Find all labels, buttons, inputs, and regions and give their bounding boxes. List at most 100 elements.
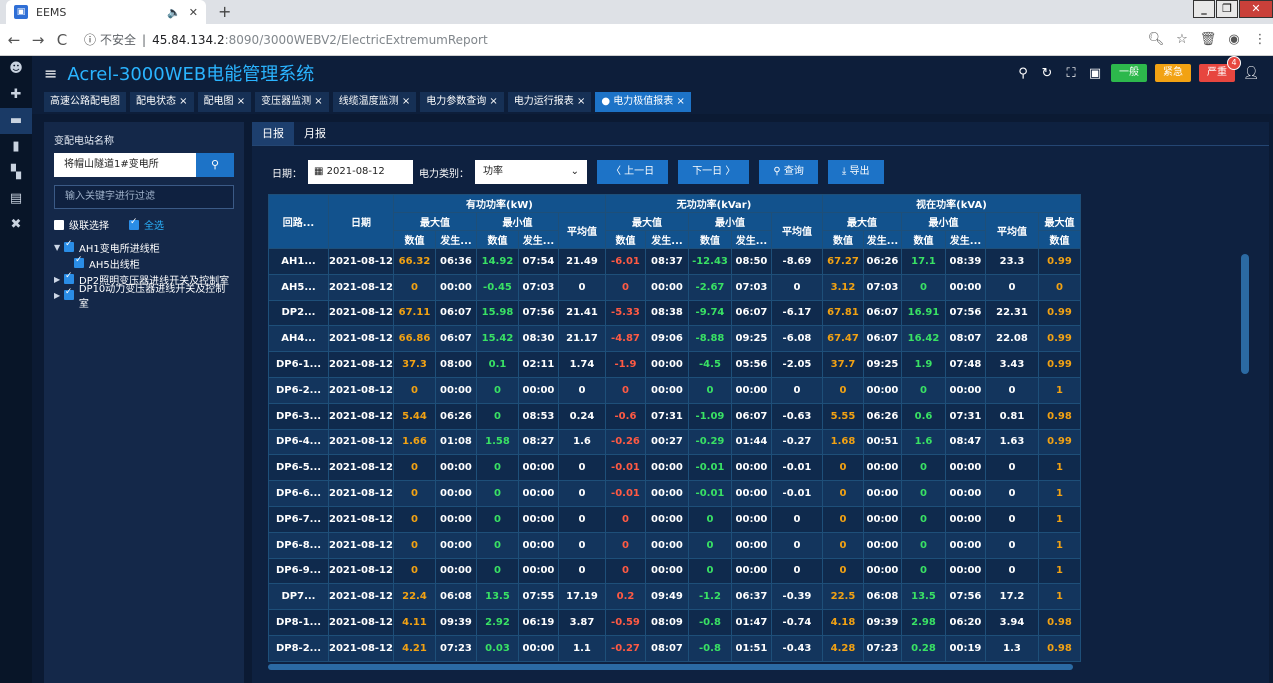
tree-checkbox[interactable]: [64, 271, 74, 284]
station-search-button[interactable]: ⚲: [196, 153, 234, 177]
user-icon[interactable]: 👤︎: [1243, 66, 1260, 81]
select-all-checkbox[interactable]: [129, 217, 139, 230]
table-cell: 08:09: [644, 609, 689, 636]
table-row[interactable]: DP2... 2021-08-12 67.11 06:07 15.98 07:56 21.4…: [268, 299, 1081, 327]
table-row[interactable]: DP6-3... 2021-08-12 5.44 06:26 0 08:53 0.24 -0.…: [268, 402, 1081, 430]
forward-icon[interactable]: →: [28, 31, 48, 49]
station-input[interactable]: 将帽山隧道1#变电所: [54, 153, 196, 177]
tab-power-operation-report[interactable]: 电力运行报表 ×: [507, 92, 592, 112]
tab-power-parameter-query[interactable]: 电力参数查询 ×: [420, 92, 504, 112]
table-row[interactable]: DP8-2... 2021-08-12 4.21 07:23 0.03 00:00 1.1-…: [268, 634, 1081, 662]
table-cell: 3.12: [821, 273, 864, 301]
table-row[interactable]: DP6-1... 2021-08-12 37.3 08:00 0.1 02:11 1.74-…: [268, 351, 1081, 378]
table-cell: 00:00: [644, 273, 689, 301]
equipment-icon[interactable]: ▚: [0, 160, 32, 186]
table-cell: 08:47: [944, 428, 986, 456]
restore-icon[interactable]: ❐: [1216, 0, 1238, 18]
tree-checkbox[interactable]: [64, 239, 74, 252]
minimize-icon[interactable]: _: [1193, 0, 1215, 18]
tab-cable-temperature[interactable]: 线缆温度监测 ×: [332, 92, 417, 112]
table-row[interactable]: DP7... 2021-08-12 22.4 06:08 13.5 07:55 17.19 0…: [268, 583, 1081, 611]
report-toolbar: 日期： ▦ 2021-08-12 电力类别： 功率 ⌄ 〈 上一日 下一日 〉 ⚲…: [272, 160, 884, 184]
col-circuit[interactable]: 回路...: [268, 194, 329, 249]
vertical-scrollbar[interactable]: [1241, 194, 1249, 670]
table-cell: 66.32: [392, 248, 436, 275]
screenshot-icon[interactable]: ▣: [1087, 66, 1103, 81]
table-row[interactable]: DP6-5... 2021-08-12 0 00:00 0 00:00 0 -0.01 00:0…: [268, 454, 1081, 482]
tree-checkbox[interactable]: [74, 255, 84, 268]
table-cell: 0.03: [475, 634, 519, 662]
table-row[interactable]: AH4... 2021-08-12 66.86 06:07 15.42 08:30 21.1…: [268, 325, 1081, 353]
horizontal-scrollbar[interactable]: [268, 664, 1255, 670]
table-cell: 00:00: [517, 531, 559, 559]
search-icon[interactable]: ⚲: [1015, 66, 1031, 81]
table-row[interactable]: DP6-2... 2021-08-12 0 00:00 0 00:00 0 0 00:00 0 00…: [268, 376, 1081, 404]
user-avatar-icon[interactable]: ☻: [0, 56, 32, 82]
refresh-icon[interactable]: ↻: [1039, 66, 1055, 81]
col-date[interactable]: 日期: [328, 194, 394, 249]
tab-transformer-monitor[interactable]: 变压器监测 ×: [255, 92, 329, 112]
cascade-checkbox[interactable]: [54, 219, 64, 230]
table-row[interactable]: DP8-1... 2021-08-12 4.11 09:39 2.92 06:19 3.87…: [268, 609, 1081, 636]
tab-monthly-report[interactable]: 月报: [294, 122, 336, 145]
tree-checkbox[interactable]: [63, 287, 74, 300]
tree-node-label: AH5出线柜: [89, 259, 140, 271]
caret-right-icon[interactable]: ▶: [54, 275, 64, 284]
account-icon[interactable]: ◉: [1221, 32, 1247, 47]
hamburger-menu-icon[interactable]: ≡: [44, 64, 57, 83]
table-row[interactable]: DP6-8... 2021-08-12 0 00:00 0 00:00 0 0 00:00 0 00…: [268, 531, 1081, 559]
power-type-select[interactable]: 功率 ⌄: [475, 160, 587, 184]
table-row[interactable]: DP6-9... 2021-08-12 0 00:00 0 00:00 0 0 00:00 0 00…: [268, 557, 1081, 585]
date-picker[interactable]: ▦ 2021-08-12: [308, 160, 413, 184]
alarm-urgent-button[interactable]: 紧急: [1155, 64, 1191, 82]
fullscreen-icon[interactable]: ⛶: [1063, 66, 1079, 81]
tab-daily-report[interactable]: 日报: [252, 122, 294, 145]
back-icon[interactable]: ←: [4, 31, 24, 49]
new-tab-button[interactable]: +: [218, 2, 231, 21]
info-icon[interactable]: ⓘ: [84, 31, 96, 48]
table-cell: -1.9: [604, 351, 646, 378]
table-row[interactable]: DP6-7... 2021-08-12 0 00:00 0 00:00 0 0 00:00 0 00…: [268, 505, 1081, 533]
table-row[interactable]: AH1... 2021-08-12 66.32 06:36 14.92 07:54 21.4…: [268, 248, 1081, 275]
bookmark-star-icon[interactable]: ☆: [1169, 32, 1195, 47]
tab-distribution-status[interactable]: 配电状态 ×: [130, 92, 194, 112]
prev-day-button[interactable]: 〈 上一日: [597, 160, 669, 184]
report-folder-icon[interactable]: ▬: [0, 108, 32, 134]
alarm-normal-button[interactable]: 一般: [1111, 64, 1147, 82]
tools-icon[interactable]: ✖: [0, 212, 32, 238]
next-day-button[interactable]: 下一日 〉: [678, 160, 750, 184]
document-icon[interactable]: ▤: [0, 186, 32, 212]
zoom-icon[interactable]: 🔍︎: [1143, 32, 1169, 47]
query-button[interactable]: ⚲ 查询: [759, 160, 818, 184]
tab-close-icon[interactable]: ✕: [189, 6, 198, 19]
close-window-icon[interactable]: ✕: [1239, 0, 1273, 18]
caret-right-icon[interactable]: ▶: [54, 291, 64, 300]
col-time: 发生...: [434, 230, 477, 249]
table-cell: 00:00: [434, 480, 477, 507]
browser-tab[interactable]: ▣ EEMS 🔈 ✕: [6, 0, 206, 24]
table-row[interactable]: AH5... 2021-08-12 0 00:00 -0.45 07:03 0 0 00:00-…: [268, 273, 1081, 301]
table-cell: 00:00: [434, 376, 477, 404]
table-cell: 0.98: [1037, 634, 1081, 662]
table-cell: 0: [687, 557, 732, 585]
tree-node-ah5[interactable]: AH5出线柜: [54, 255, 234, 271]
tree-node-ah1[interactable]: ▼ AH1变电所进线柜: [54, 239, 234, 255]
tab-distribution-diagram[interactable]: 配电图 ×: [197, 92, 252, 112]
reload-icon[interactable]: C: [52, 31, 72, 49]
tree-node-dp10[interactable]: ▶ DP10动力变压器进线开关及控制室: [54, 284, 234, 310]
speaker-icon[interactable]: 🔈: [167, 6, 181, 19]
bar-chart-icon[interactable]: ▮: [0, 134, 32, 160]
tree-filter-input[interactable]: 输入关键字进行过滤: [54, 185, 234, 209]
tab-power-extremum-report[interactable]: ● 电力极值报表 ×: [595, 92, 691, 112]
table-row[interactable]: DP6-4... 2021-08-12 1.66 01:08 1.58 08:27 1.6-…: [268, 428, 1081, 456]
alarm-severe-button[interactable]: 严重 4: [1199, 56, 1241, 82]
caret-down-icon[interactable]: ▼: [54, 243, 64, 252]
export-button[interactable]: ⤓ 导出: [827, 160, 884, 184]
trash-icon[interactable]: 🗑︎: [1195, 32, 1221, 47]
tab-highway-diagram[interactable]: 高速公路配电图: [44, 92, 126, 112]
table-cell: 0: [900, 273, 946, 301]
url-field[interactable]: ⓘ 不安全 | 45.84.134.2 :8090/3000WEBV2/Elec…: [78, 28, 1143, 52]
dashboard-icon[interactable]: ✚: [0, 82, 32, 108]
table-row[interactable]: DP6-6... 2021-08-12 0 00:00 0 00:00 0 -0.01 00:0…: [268, 480, 1081, 507]
more-menu-icon[interactable]: ⋮: [1247, 32, 1273, 47]
